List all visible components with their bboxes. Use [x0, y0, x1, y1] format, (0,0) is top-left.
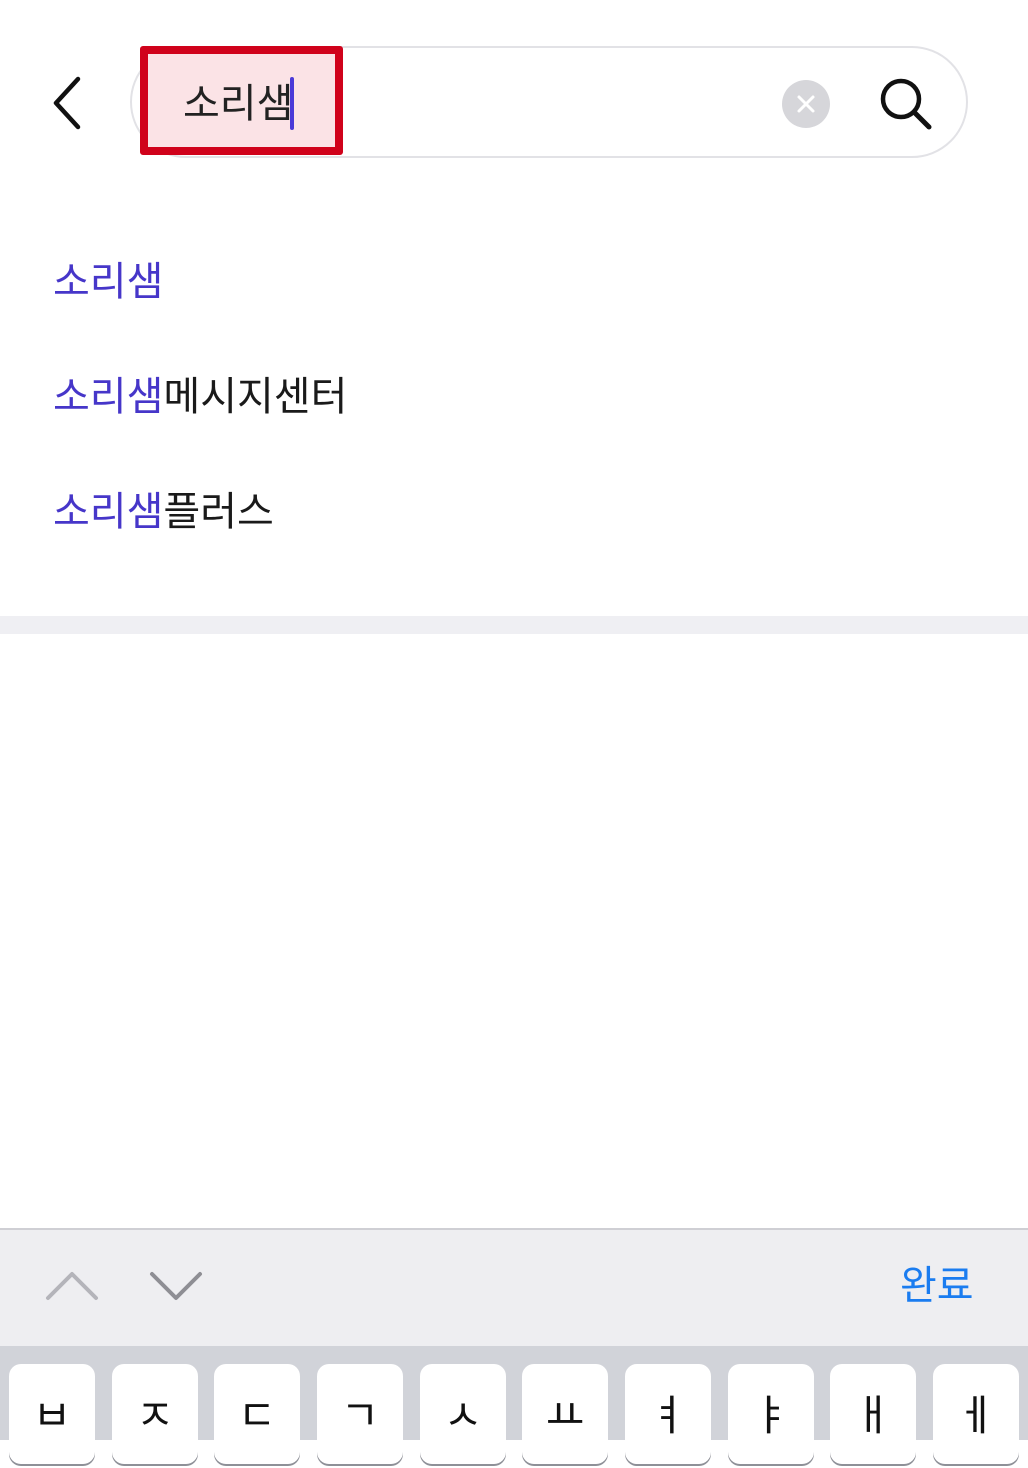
- search-button[interactable]: [876, 74, 936, 134]
- close-icon: [797, 95, 815, 113]
- key-bieup[interactable]: ㅂ: [9, 1364, 95, 1464]
- suggestion-item[interactable]: 소리샘: [53, 252, 163, 312]
- key-ae[interactable]: ㅐ: [830, 1364, 916, 1464]
- back-button[interactable]: [42, 70, 94, 136]
- suggestion-item[interactable]: 소리샘플러스: [53, 482, 274, 542]
- key-digeut[interactable]: ㄷ: [214, 1364, 300, 1464]
- chevron-up-icon: [46, 1272, 98, 1300]
- chevron-left-icon: [53, 76, 81, 130]
- suggestion-match: 소리샘: [53, 489, 164, 535]
- suggestion-rest: 메시지센터: [163, 374, 348, 420]
- chevron-down-icon: [150, 1272, 202, 1300]
- key-jieut[interactable]: ㅈ: [112, 1364, 198, 1464]
- text-caret: [290, 77, 294, 130]
- suggestion-item[interactable]: 소리샘메시지센터: [53, 367, 347, 427]
- key-yo[interactable]: ㅛ: [522, 1364, 608, 1464]
- section-divider: [0, 616, 1028, 634]
- key-siot[interactable]: ㅅ: [420, 1364, 506, 1464]
- clear-button[interactable]: [782, 80, 830, 128]
- search-input[interactable]: 소리샘: [183, 76, 293, 132]
- suggestion-match: 소리샘: [53, 374, 164, 420]
- key-e[interactable]: ㅔ: [933, 1364, 1019, 1464]
- previous-field-button[interactable]: [42, 1256, 102, 1316]
- suggestion-match: 소리샘: [53, 259, 164, 305]
- key-giyeok[interactable]: ㄱ: [317, 1364, 403, 1464]
- suggestion-rest: 플러스: [163, 489, 274, 535]
- next-field-button[interactable]: [146, 1256, 206, 1316]
- done-button[interactable]: 완료: [900, 1258, 974, 1314]
- key-yeo[interactable]: ㅕ: [625, 1364, 711, 1464]
- search-icon: [880, 78, 932, 130]
- key-ya[interactable]: ㅑ: [728, 1364, 814, 1464]
